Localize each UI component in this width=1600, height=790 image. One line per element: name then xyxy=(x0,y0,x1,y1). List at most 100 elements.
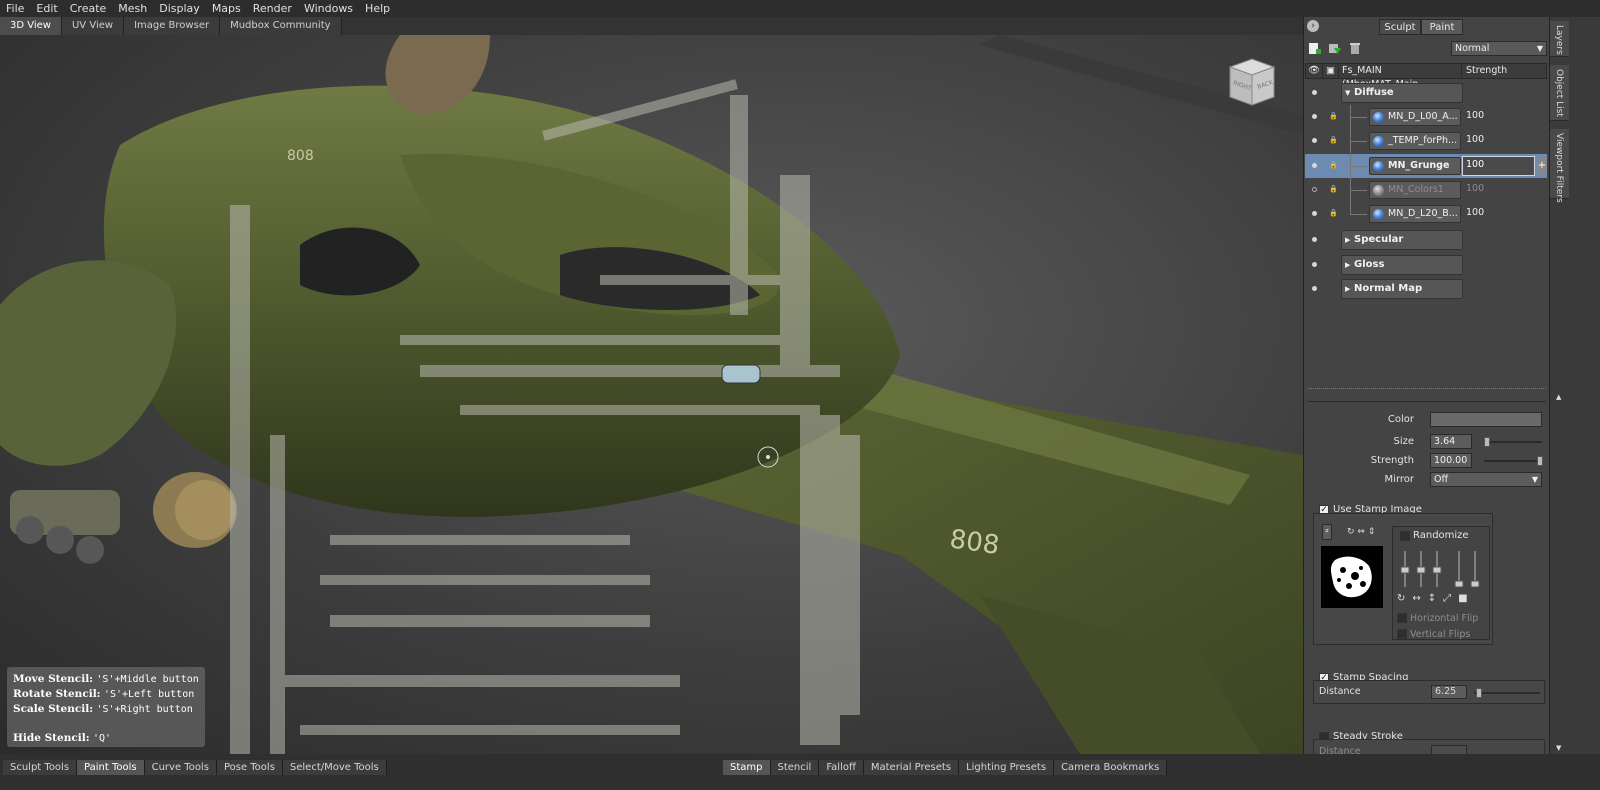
tab-uv-view[interactable]: UV View xyxy=(61,17,125,35)
layer-strength[interactable]: 100 xyxy=(1466,110,1484,121)
tab-stencil[interactable]: Stencil xyxy=(770,760,820,775)
color-swatch[interactable] xyxy=(1430,412,1542,427)
lock-icon[interactable]: 🔒 xyxy=(1329,112,1338,120)
tab-image-browser[interactable]: Image Browser xyxy=(124,17,221,35)
distance-label: Distance xyxy=(1319,686,1361,697)
visibility-icon[interactable] xyxy=(1312,211,1317,216)
layer-strength[interactable]: 100 xyxy=(1466,159,1484,170)
tab-paint-tools[interactable]: Paint Tools xyxy=(77,760,145,775)
tab-object-list[interactable]: Object List xyxy=(1550,65,1569,121)
stamp-preview-image[interactable] xyxy=(1321,546,1383,608)
menu-maps[interactable]: Maps xyxy=(206,0,247,17)
lock-icon[interactable]: 🔒 xyxy=(1329,185,1338,193)
lock-icon[interactable]: 🔒 xyxy=(1329,136,1338,144)
layer-name[interactable]: MN_D_L20_B... xyxy=(1369,205,1461,223)
group-normal-map[interactable]: ▶ Normal Map xyxy=(1305,277,1547,301)
randomize-sliders[interactable] xyxy=(1399,547,1485,591)
paint-mode-button[interactable]: Paint xyxy=(1421,19,1463,35)
view-cube[interactable]: RIGHT BACK xyxy=(1222,53,1280,111)
size-input[interactable]: 3.64 xyxy=(1430,434,1472,449)
layer-row[interactable]: 🔒 _TEMP_forPh... 100 xyxy=(1305,129,1547,153)
menu-display[interactable]: Display xyxy=(153,0,206,17)
merge-layer-icon[interactable] xyxy=(1328,42,1342,55)
tab-falloff[interactable]: Falloff xyxy=(819,760,864,775)
sculpt-mode-button[interactable]: Sculpt xyxy=(1379,19,1421,35)
layer-row-selected[interactable]: 🔒 MN_Grunge 100 + xyxy=(1305,154,1547,178)
size-slider[interactable] xyxy=(1484,437,1542,447)
visibility-icon[interactable] xyxy=(1312,114,1317,119)
layer-name[interactable]: MN_Colors1 xyxy=(1369,181,1461,199)
new-layer-icon[interactable] xyxy=(1308,42,1322,55)
tab-lighting-presets[interactable]: Lighting Presets xyxy=(959,760,1055,775)
scroll-down-icon[interactable]: ▼ xyxy=(1556,744,1561,752)
tab-stamp[interactable]: Stamp xyxy=(723,760,771,775)
strength-slider-handle[interactable] xyxy=(1537,456,1543,466)
layer-name[interactable]: MN_D_L00_A... xyxy=(1369,108,1461,126)
layer-strength[interactable]: 100 xyxy=(1466,183,1484,194)
visibility-icon[interactable] xyxy=(1312,262,1317,267)
group-specular[interactable]: ▶ Specular xyxy=(1305,228,1547,252)
tab-curve-tools[interactable]: Curve Tools xyxy=(144,760,217,775)
layer-row[interactable]: 🔒 MN_Colors1 100 xyxy=(1305,178,1547,202)
strength-slider[interactable] xyxy=(1484,456,1543,466)
layer-strength[interactable]: 100 xyxy=(1466,134,1484,145)
add-layer-icon[interactable]: + xyxy=(1537,158,1547,174)
rotate-stamp-icon[interactable]: ↻ ⇔ ⇕ xyxy=(1347,527,1375,537)
vertical-flips-checkbox[interactable] xyxy=(1397,629,1407,639)
tab-material-presets[interactable]: Material Presets xyxy=(863,760,960,775)
blend-mode-select[interactable]: Normal ▼ xyxy=(1451,41,1547,56)
hint-move-label: Move Stencil: xyxy=(13,673,94,685)
stamp-picker-icon[interactable]: ⸗ xyxy=(1322,524,1332,540)
tab-sculpt-tools[interactable]: Sculpt Tools xyxy=(3,760,78,775)
visibility-icon[interactable] xyxy=(1312,90,1317,95)
randomize-checkbox[interactable] xyxy=(1400,531,1410,541)
tab-pose-tools[interactable]: Pose Tools xyxy=(216,760,283,775)
menu-create[interactable]: Create xyxy=(64,0,113,17)
mirror-select[interactable]: Off ▼ xyxy=(1430,472,1542,487)
tab-layers[interactable]: Layers xyxy=(1550,21,1569,57)
layer-name[interactable]: MN_Grunge xyxy=(1369,157,1461,175)
visibility-icon[interactable] xyxy=(1312,286,1317,291)
strength-property: Strength 100.00 xyxy=(1304,453,1550,471)
distance-slider[interactable] xyxy=(1474,688,1540,698)
visibility-icon[interactable] xyxy=(1312,237,1317,242)
lock-icon[interactable]: 🔒 xyxy=(1329,161,1338,169)
layer-row[interactable]: 🔒 MN_D_L00_A... 100 xyxy=(1305,105,1547,129)
mirror-label: Mirror xyxy=(1384,474,1414,485)
delete-layer-icon[interactable] xyxy=(1348,42,1362,55)
size-slider-handle[interactable] xyxy=(1484,437,1490,447)
strength-input[interactable]: 100.00 xyxy=(1430,453,1472,468)
menu-render[interactable]: Render xyxy=(247,0,298,17)
group-gloss[interactable]: ▶ Gloss xyxy=(1305,253,1547,277)
collapse-panel-icon[interactable]: › xyxy=(1307,20,1319,32)
tab-mudbox-community[interactable]: Mudbox Community xyxy=(220,17,342,35)
stamp-image-group: ⸗ ↻ ⇔ ⇕ Randomize ↻↔↕⤢■ Horizontal Flip … xyxy=(1313,513,1493,645)
visibility-icon[interactable] xyxy=(1312,163,1317,168)
hint-hide-label: Hide Stencil: xyxy=(13,732,90,744)
layer-strength[interactable]: 100 xyxy=(1466,207,1484,218)
visibility-off-icon[interactable] xyxy=(1312,187,1317,192)
menu-windows[interactable]: Windows xyxy=(298,0,359,17)
layer-name[interactable]: _TEMP_forPh... xyxy=(1369,132,1461,150)
material-ball-icon xyxy=(1373,161,1384,172)
menu-mesh[interactable]: Mesh xyxy=(112,0,153,17)
layer-row[interactable]: 🔒 MN_D_L20_B... 100 xyxy=(1305,202,1547,226)
menu-edit[interactable]: Edit xyxy=(30,0,63,17)
scroll-up-icon[interactable]: ▲ xyxy=(1556,393,1561,401)
group-diffuse[interactable]: ▼ Diffuse xyxy=(1305,81,1547,105)
panel-splitter[interactable] xyxy=(1308,388,1546,391)
visibility-icon[interactable] xyxy=(1312,138,1317,143)
tab-camera-bookmarks[interactable]: Camera Bookmarks xyxy=(1054,760,1168,775)
menu-help[interactable]: Help xyxy=(359,0,396,17)
randomize-mode-icons[interactable]: ↻↔↕⤢■ xyxy=(1397,593,1475,604)
horizontal-flip-checkbox[interactable] xyxy=(1397,613,1407,623)
properties-scrollbar[interactable]: ▲ ▼ xyxy=(1555,393,1564,790)
tab-select-move-tools[interactable]: Select/Move Tools xyxy=(282,760,387,775)
tab-3d-view[interactable]: 3D View xyxy=(0,17,62,35)
tab-viewport-filters[interactable]: Viewport Filters xyxy=(1550,129,1569,203)
lock-icon[interactable]: 🔒 xyxy=(1329,209,1338,217)
menu-file[interactable]: File xyxy=(0,0,30,17)
distance-slider-handle[interactable] xyxy=(1476,688,1482,698)
distance-input[interactable]: 6.25 xyxy=(1431,685,1467,699)
3d-viewport[interactable]: 808 808 RIGHT BACK Move Stencil: 'S'+Mid… xyxy=(0,35,1303,754)
